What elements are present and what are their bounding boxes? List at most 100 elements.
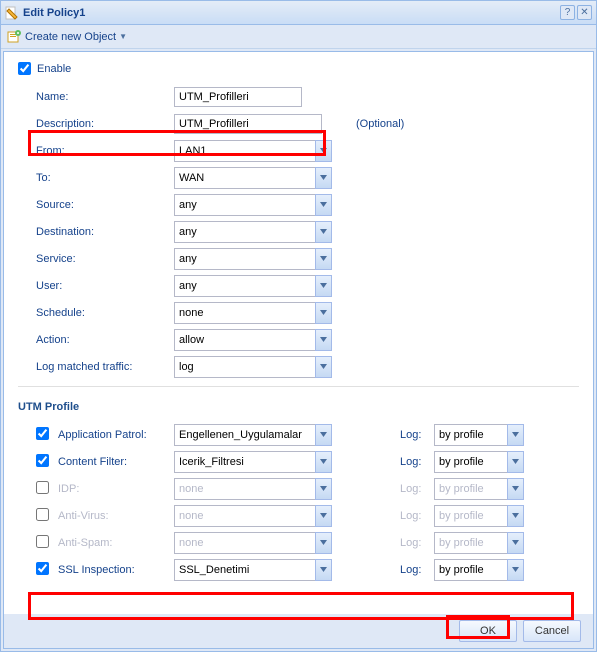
utm-log-5-combo[interactable] <box>434 559 524 581</box>
utm-log-1-trigger[interactable] <box>507 451 524 473</box>
utm-checkbox-3[interactable] <box>36 508 49 521</box>
create-new-object-button[interactable]: Create new Object ▼ <box>7 30 127 44</box>
utm-log-0-combo[interactable] <box>434 424 524 446</box>
form-body: Enable Name: Description: (Optional) Fro… <box>3 51 594 649</box>
utm-checkbox-2[interactable] <box>36 481 49 494</box>
utm-label-4: Anti-Spam: <box>58 537 174 549</box>
destination-combo[interactable] <box>174 221 332 243</box>
schedule-input[interactable] <box>174 302 315 324</box>
log-label: Log matched traffic: <box>36 361 174 373</box>
utm-log-2-input <box>434 478 507 500</box>
utm-log-label-3: Log: <box>400 510 434 522</box>
utm-profile-1-trigger[interactable] <box>315 451 332 473</box>
utm-row-4: Anti-Spam:Log: <box>18 529 579 556</box>
utm-row-2: IDP: Log: <box>18 475 579 502</box>
utm-log-1-input[interactable] <box>434 451 507 473</box>
user-trigger[interactable] <box>315 275 332 297</box>
service-trigger[interactable] <box>315 248 332 270</box>
schedule-label: Schedule: <box>36 307 174 319</box>
service-combo[interactable] <box>174 248 332 270</box>
titlebar: Edit Policy1 ? ✕ <box>1 1 596 25</box>
utm-profile-5-combo[interactable] <box>174 559 332 581</box>
utm-profile-0-trigger[interactable] <box>315 424 332 446</box>
action-row: Action: <box>18 326 579 353</box>
utm-checkbox-4[interactable] <box>36 535 49 548</box>
edit-icon <box>5 6 19 20</box>
utm-profile-0-input[interactable] <box>174 424 315 446</box>
utm-profile-2-combo <box>174 478 332 500</box>
name-label: Name: <box>36 91 174 103</box>
utm-profile-3-combo <box>174 505 332 527</box>
utm-profile-5-trigger[interactable] <box>315 559 332 581</box>
to-input[interactable] <box>174 167 315 189</box>
log-trigger[interactable] <box>315 356 332 378</box>
destination-label: Destination: <box>36 226 174 238</box>
utm-checkbox-1[interactable] <box>36 454 49 467</box>
cancel-button[interactable]: Cancel <box>523 620 581 642</box>
source-input[interactable] <box>174 194 315 216</box>
to-trigger[interactable] <box>315 167 332 189</box>
ok-button[interactable]: OK <box>459 620 517 642</box>
to-row: To: <box>18 164 579 191</box>
log-row: Log matched traffic: <box>18 353 579 380</box>
to-combo[interactable] <box>174 167 332 189</box>
utm-log-label-0: Log: <box>400 429 434 441</box>
destination-trigger[interactable] <box>315 221 332 243</box>
help-button[interactable]: ? <box>560 5 575 20</box>
utm-profile-0-combo[interactable] <box>174 424 332 446</box>
name-input[interactable] <box>174 87 302 107</box>
from-trigger[interactable] <box>315 140 332 162</box>
utm-label-3: Anti-Virus: <box>58 510 174 522</box>
utm-row-5: SSL Inspection:Log: <box>18 556 579 583</box>
source-row: Source: <box>18 191 579 218</box>
enable-label: Enable <box>37 63 71 75</box>
utm-log-4-trigger <box>507 532 524 554</box>
toolbar: Create new Object ▼ <box>1 25 596 49</box>
dropdown-arrow-icon: ▼ <box>119 32 127 41</box>
action-input[interactable] <box>174 329 315 351</box>
user-label: User: <box>36 280 174 292</box>
schedule-trigger[interactable] <box>315 302 332 324</box>
utm-row-1: Content Filter:Log: <box>18 448 579 475</box>
utm-log-4-combo <box>434 532 524 554</box>
utm-log-0-input[interactable] <box>434 424 507 446</box>
to-label: To: <box>36 172 174 184</box>
window-title: Edit Policy1 <box>23 7 85 19</box>
from-input[interactable] <box>174 140 315 162</box>
utm-profile-3-input <box>174 505 315 527</box>
description-input[interactable] <box>174 114 322 134</box>
enable-checkbox[interactable] <box>18 62 31 75</box>
utm-row-3: Anti-Virus: Log: <box>18 502 579 529</box>
close-button[interactable]: ✕ <box>577 5 592 20</box>
utm-log-3-combo <box>434 505 524 527</box>
utm-profile-1-input[interactable] <box>174 451 315 473</box>
source-combo[interactable] <box>174 194 332 216</box>
destination-input[interactable] <box>174 221 315 243</box>
action-trigger[interactable] <box>315 329 332 351</box>
create-new-object-label: Create new Object <box>25 31 116 43</box>
utm-log-label-2: Log: <box>400 483 434 495</box>
utm-label-2: IDP: <box>58 483 174 495</box>
utm-profile-3-trigger <box>315 505 332 527</box>
utm-profile-5-input[interactable] <box>174 559 315 581</box>
utm-checkbox-0[interactable] <box>36 427 49 440</box>
action-combo[interactable] <box>174 329 332 351</box>
log-input[interactable] <box>174 356 315 378</box>
service-input[interactable] <box>174 248 315 270</box>
utm-log-5-input[interactable] <box>434 559 507 581</box>
from-label: From: <box>36 145 174 157</box>
user-input[interactable] <box>174 275 315 297</box>
utm-log-0-trigger[interactable] <box>507 424 524 446</box>
schedule-combo[interactable] <box>174 302 332 324</box>
optional-label: (Optional) <box>356 118 404 130</box>
user-combo[interactable] <box>174 275 332 297</box>
utm-log-3-input <box>434 505 507 527</box>
enable-row: Enable <box>18 62 579 75</box>
utm-profile-1-combo[interactable] <box>174 451 332 473</box>
log-combo[interactable] <box>174 356 332 378</box>
utm-log-5-trigger[interactable] <box>507 559 524 581</box>
utm-checkbox-5[interactable] <box>36 562 49 575</box>
from-combo[interactable] <box>174 140 332 162</box>
source-trigger[interactable] <box>315 194 332 216</box>
utm-log-1-combo[interactable] <box>434 451 524 473</box>
